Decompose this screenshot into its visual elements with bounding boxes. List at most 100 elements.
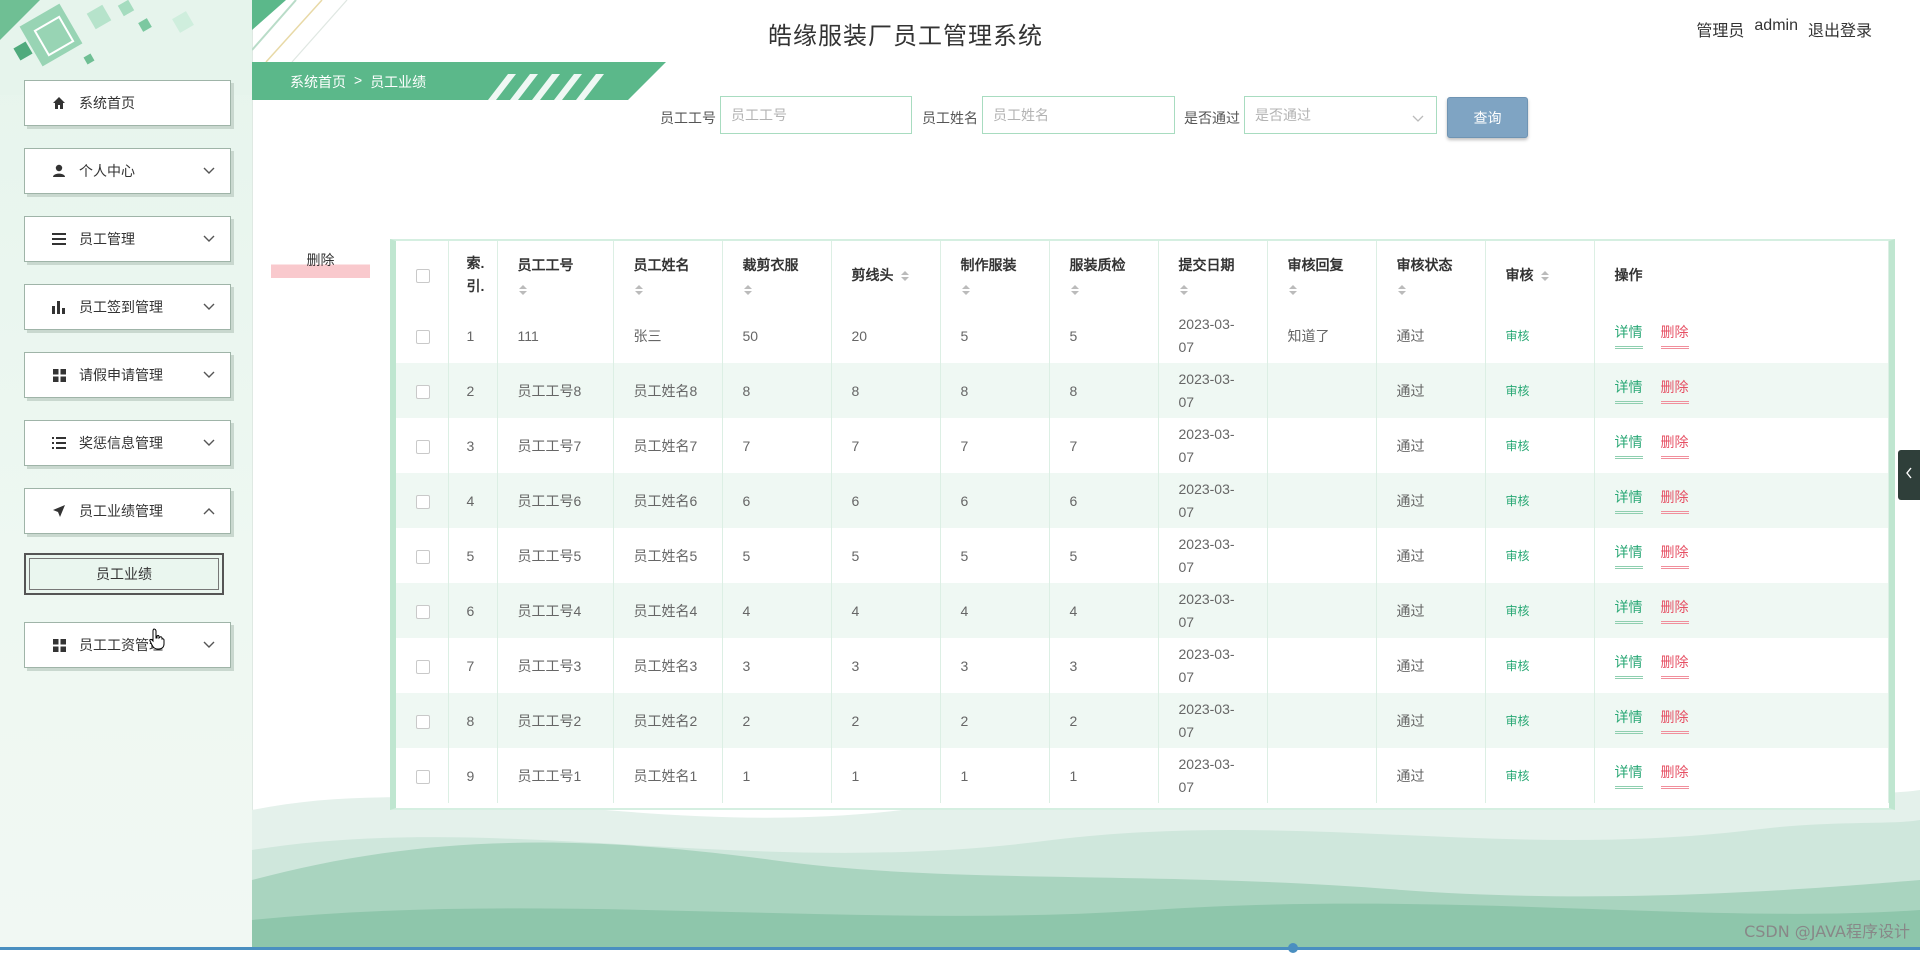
- row-checkbox[interactable]: [416, 604, 430, 619]
- cell-audit: 审核: [1485, 308, 1595, 363]
- sort-icon[interactable]: [743, 283, 753, 295]
- row-select-cell: [396, 473, 449, 528]
- column-header-submit-date[interactable]: 提交日期: [1158, 241, 1268, 308]
- sort-icon[interactable]: [1070, 283, 1080, 295]
- cell-employee-name: 员工姓名6: [613, 473, 723, 528]
- column-header-audit-status[interactable]: 审核状态: [1376, 241, 1486, 308]
- logout-link[interactable]: 退出登录: [1808, 17, 1872, 41]
- row-checkbox[interactable]: [416, 769, 430, 784]
- batch-delete-button[interactable]: 删除: [271, 248, 370, 278]
- delete-button[interactable]: 删除: [1660, 707, 1689, 734]
- watermark: CSDN @JAVA程序设计: [1744, 922, 1910, 941]
- header-decoration: [252, 0, 348, 62]
- date-part: 07: [1178, 723, 1195, 740]
- select-all-header: [396, 241, 449, 308]
- row-checkbox[interactable]: [416, 659, 430, 674]
- column-header-audit-reply[interactable]: 审核回复: [1267, 241, 1377, 308]
- passed-select[interactable]: 是否通过: [1244, 96, 1437, 134]
- audit-link[interactable]: 审核: [1506, 384, 1530, 398]
- audit-link[interactable]: 审核: [1506, 549, 1530, 563]
- delete-button[interactable]: 删除: [1660, 487, 1689, 514]
- row-checkbox[interactable]: [416, 439, 430, 454]
- column-header-quality-check[interactable]: 服装质检: [1049, 241, 1159, 308]
- row-select-cell: [396, 693, 449, 748]
- cell-index: 3: [448, 418, 498, 473]
- detail-button[interactable]: 详情: [1614, 322, 1643, 349]
- row-checkbox[interactable]: [416, 329, 430, 344]
- date-part: 07: [1178, 558, 1195, 575]
- date-part: 2023-03-: [1178, 370, 1235, 387]
- delete-button[interactable]: 删除: [1660, 652, 1689, 679]
- detail-button[interactable]: 详情: [1614, 377, 1643, 404]
- sort-icon[interactable]: [634, 283, 644, 295]
- cell-cut-clothes: 6: [722, 473, 832, 528]
- date-part: 2023-03-: [1178, 425, 1235, 442]
- sidebar-item-performance-management[interactable]: 员工业绩管理: [24, 488, 231, 534]
- column-header-trim-threads[interactable]: 剪线头: [831, 241, 941, 308]
- cell-submit-date: 2023-03- 07: [1158, 473, 1268, 528]
- row-checkbox[interactable]: [416, 494, 430, 509]
- detail-button[interactable]: 详情: [1614, 597, 1643, 624]
- row-checkbox[interactable]: [416, 549, 430, 564]
- sidebar-item-salary-management[interactable]: 员工工资管理: [24, 622, 231, 668]
- sidebar-item-employee-management[interactable]: 员工管理: [24, 216, 231, 262]
- detail-button[interactable]: 详情: [1614, 707, 1643, 734]
- delete-button[interactable]: 删除: [1660, 762, 1689, 789]
- detail-button[interactable]: 详情: [1614, 762, 1643, 789]
- cell-audit-status: 通过: [1376, 528, 1486, 583]
- header-label: 员工工号: [517, 256, 574, 273]
- detail-button[interactable]: 详情: [1614, 487, 1643, 514]
- cell-audit: 审核: [1485, 473, 1595, 528]
- audit-link[interactable]: 审核: [1506, 769, 1530, 783]
- sort-icon[interactable]: [1540, 269, 1550, 281]
- query-button[interactable]: 查询: [1447, 97, 1528, 138]
- column-header-cut-clothes[interactable]: 裁剪衣服: [722, 241, 832, 308]
- column-header-audit[interactable]: 审核: [1485, 241, 1595, 308]
- column-header-make-clothes[interactable]: 制作服装: [940, 241, 1050, 308]
- column-header-employee-no[interactable]: 员工工号: [497, 241, 614, 308]
- select-all-checkbox[interactable]: [416, 268, 430, 283]
- delete-button[interactable]: 删除: [1660, 322, 1689, 349]
- detail-button[interactable]: 详情: [1614, 542, 1643, 569]
- audit-link[interactable]: 审核: [1506, 494, 1530, 508]
- cell-index: 2: [448, 363, 498, 418]
- sort-icon[interactable]: [1179, 283, 1189, 295]
- cell-employee-name: 员工姓名5: [613, 528, 723, 583]
- cell-operations: 详情 删除: [1594, 473, 1889, 528]
- employee-no-input[interactable]: [720, 96, 912, 134]
- user-area: 管理员 admin 退出登录: [1696, 17, 1872, 41]
- audit-link[interactable]: 审核: [1506, 439, 1530, 453]
- sort-icon[interactable]: [961, 283, 971, 295]
- date-part: 07: [1178, 613, 1195, 630]
- column-header-employee-name[interactable]: 员工姓名: [613, 241, 723, 308]
- audit-link[interactable]: 审核: [1506, 604, 1530, 618]
- delete-button[interactable]: 删除: [1660, 432, 1689, 459]
- sort-icon[interactable]: [518, 283, 528, 295]
- sort-icon[interactable]: [1397, 283, 1407, 295]
- sidebar-item-label: 奖惩信息管理: [79, 435, 163, 451]
- audit-link[interactable]: 审核: [1506, 714, 1530, 728]
- row-select-cell: [396, 363, 449, 418]
- detail-button[interactable]: 详情: [1614, 652, 1643, 679]
- sidebar-item-attendance-management[interactable]: 员工签到管理: [24, 284, 231, 330]
- delete-button[interactable]: 删除: [1660, 377, 1689, 404]
- sort-icon[interactable]: [1288, 283, 1298, 295]
- delete-button[interactable]: 删除: [1660, 597, 1689, 624]
- audit-link[interactable]: 审核: [1506, 329, 1530, 343]
- cell-index: 4: [448, 473, 498, 528]
- audit-link[interactable]: 审核: [1506, 659, 1530, 673]
- delete-button[interactable]: 删除: [1660, 542, 1689, 569]
- cell-make-clothes: 5: [940, 528, 1050, 583]
- sidebar-item-reward-management[interactable]: 奖惩信息管理: [24, 420, 231, 466]
- sidebar-item-personal-center[interactable]: 个人中心: [24, 148, 231, 194]
- sidebar-item-home[interactable]: 系统首页: [24, 80, 231, 126]
- employee-name-input[interactable]: [982, 96, 1175, 134]
- sidebar-item-leave-management[interactable]: 请假申请管理: [24, 352, 231, 398]
- row-checkbox[interactable]: [416, 714, 430, 729]
- collapse-tab[interactable]: [1898, 450, 1920, 500]
- breadcrumb-home-link[interactable]: 系统首页: [290, 72, 346, 92]
- detail-button[interactable]: 详情: [1614, 432, 1643, 459]
- row-checkbox[interactable]: [416, 384, 430, 399]
- sort-icon[interactable]: [900, 269, 910, 281]
- sidebar-subitem-performance[interactable]: 员工业绩: [24, 553, 224, 595]
